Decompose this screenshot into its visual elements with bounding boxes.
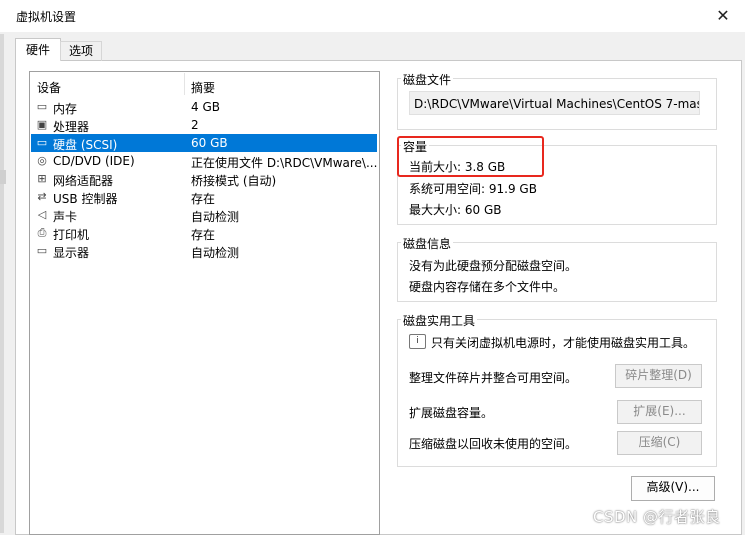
device-name: 内存 — [53, 102, 78, 116]
info-icon: i — [409, 334, 426, 349]
cd-dvd-icon: ◎ — [37, 154, 47, 167]
disk-info-line-1: 没有为此硬盘预分配磁盘空间。 — [409, 259, 578, 273]
window-title: 虚拟机设置 — [16, 10, 77, 24]
sound-card-icon: ◁ — [37, 208, 47, 221]
compact-button[interactable]: 压缩(C) — [617, 431, 702, 455]
memory-icon: ▭ — [36, 100, 48, 113]
device-summary: 存在 — [191, 228, 216, 242]
max-size-text: 最大大小: 60 GB — [409, 203, 502, 217]
device-row[interactable]: ⇄ USB 控制器 存在 — [31, 188, 377, 206]
device-summary: 4 GB — [191, 100, 220, 114]
tab-hardware[interactable]: 硬件 — [15, 38, 61, 61]
tab-options[interactable]: 选项 — [60, 41, 102, 61]
disk-info-title: 磁盘信息 — [401, 235, 454, 252]
device-summary: 2 — [191, 118, 199, 132]
expand-button[interactable]: 扩展(E)... — [617, 400, 702, 424]
device-name: 处理器 — [53, 120, 90, 134]
defragment-text: 整理文件碎片并整合可用空间。 — [409, 371, 578, 385]
device-name: USB 控制器 — [53, 192, 118, 206]
device-name: 显示器 — [53, 246, 90, 260]
disk-file-path-field[interactable]: D:\RDC\VMware\Virtual Machines\CentOS 7-… — [409, 91, 700, 115]
title-bar — [0, 0, 745, 32]
device-row[interactable]: ▣ 处理器 2 — [31, 116, 377, 134]
device-row[interactable]: ◎ CD/DVD (IDE) 正在使用文件 D:\RDC\VMware\... — [31, 152, 377, 170]
disk-utilities-title: 磁盘实用工具 — [401, 312, 478, 329]
device-summary: 自动检测 — [191, 210, 240, 224]
highlight-annotation-box — [397, 136, 544, 177]
device-row[interactable]: ⊞ 网络适配器 桥接模式 (自动) — [31, 170, 377, 188]
display-icon: ▭ — [36, 244, 48, 257]
device-row[interactable]: ▭ 硬盘 (SCSI) 60 GB — [31, 134, 377, 152]
defragment-button[interactable]: 碎片整理(D) — [615, 364, 702, 388]
column-divider[interactable] — [184, 73, 185, 95]
watermark: CSDN @行者张良 — [593, 508, 721, 526]
utilities-notice-text: 只有关闭虚拟机电源时，才能使用磁盘实用工具。 — [431, 336, 696, 350]
hard-disk-icon: ▭ — [36, 136, 48, 149]
device-summary: 60 GB — [191, 136, 228, 150]
network-adapter-icon: ⊞ — [37, 172, 47, 185]
device-row[interactable]: ◁ 声卡 自动检测 — [31, 206, 377, 224]
disk-info-line-2: 硬盘内容存储在多个文件中。 — [409, 280, 566, 294]
usb-controller-icon: ⇄ — [37, 190, 47, 203]
device-row[interactable]: ▭ 内存 4 GB — [31, 98, 377, 116]
device-summary: 桥接模式 (自动) — [191, 174, 277, 188]
device-row[interactable]: ⎙ 打印机 存在 — [31, 224, 377, 242]
advanced-button[interactable]: 高级(V)... — [631, 476, 715, 501]
device-name: 硬盘 (SCSI) — [53, 138, 118, 152]
close-icon[interactable]: ✕ — [710, 3, 736, 27]
device-name: 网络适配器 — [53, 174, 114, 188]
background-window-fragment — [0, 170, 6, 184]
device-row[interactable]: ▭ 显示器 自动检测 — [31, 242, 377, 260]
device-summary: 存在 — [191, 192, 216, 206]
device-name: 声卡 — [53, 210, 78, 224]
device-name: 打印机 — [53, 228, 90, 242]
device-summary: 正在使用文件 D:\RDC\VMware\... — [191, 156, 378, 170]
column-header-summary[interactable]: 摘要 — [191, 79, 215, 96]
column-header-device[interactable]: 设备 — [37, 79, 61, 96]
printer-icon: ⎙ — [37, 226, 47, 239]
processor-icon: ▣ — [36, 118, 48, 131]
background-window-edge — [0, 34, 4, 533]
device-name: CD/DVD (IDE) — [53, 154, 135, 168]
disk-file-title: 磁盘文件 — [401, 71, 454, 88]
compact-text: 压缩磁盘以回收未使用的空间。 — [409, 437, 578, 451]
expand-text: 扩展磁盘容量。 — [409, 406, 494, 420]
system-free-space-text: 系统可用空间: 91.9 GB — [409, 182, 537, 196]
device-summary: 自动检测 — [191, 246, 240, 260]
